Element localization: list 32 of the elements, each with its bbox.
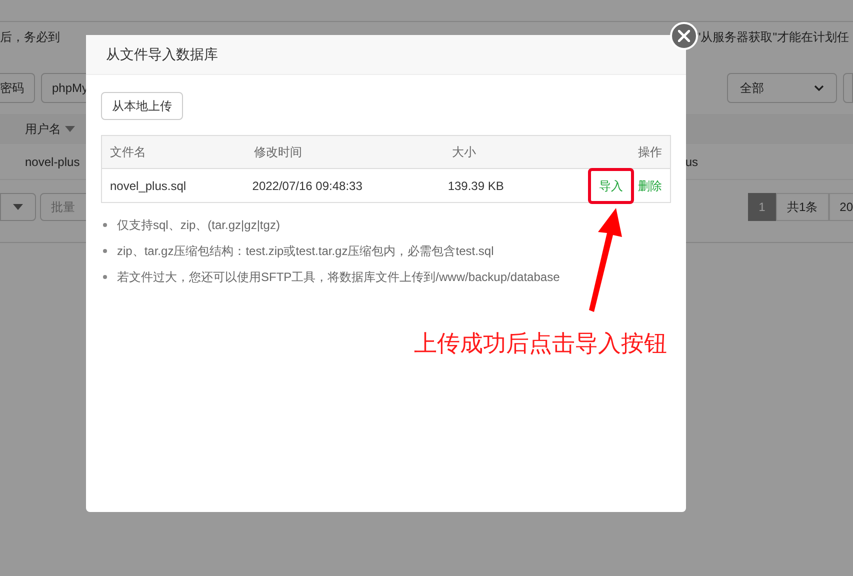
column-header: 修改时间 [253,144,303,161]
total-count: 共1条 [776,193,829,221]
action-link[interactable]: 删除 [638,176,662,194]
caret-icon [13,204,23,210]
bullet-icon [103,275,107,279]
column-header: 操作 [637,144,663,161]
bullet-icon [103,249,107,253]
upload-button[interactable]: 从本地上传 [101,92,183,120]
filter-select[interactable]: 全部 [727,73,837,103]
notice-text: 后，务必到 [0,29,60,46]
toolbar-button[interactable]: 密码 [0,73,35,103]
table-cell-text: 2022/07/16 09:48:33 [251,178,364,194]
close-icon [678,30,690,42]
note-text: 若文件过大，您还可以使用SFTP工具，将数据库文件上传到/www/backup/database [117,269,560,286]
column-header[interactable]: 用户名 [25,120,61,138]
chevron-icon [814,85,824,91]
modal-title: 从文件导入数据库 [106,45,218,64]
table-cell-text: novel_plus.sql [109,178,188,194]
annotation-text: 上传成功后点击导入按钮 [414,329,667,358]
page-size-select[interactable] [0,193,36,221]
sort-icon [65,126,75,132]
table-cell-text: us [685,154,699,170]
per-page-select[interactable]: 20 [828,193,853,221]
close-button[interactable] [670,22,698,50]
column-header: 大小 [451,144,477,161]
table-cell-text: 139.39 KB [446,178,505,194]
action-link[interactable]: 导入 [588,168,634,204]
bullet-icon [103,223,107,227]
table-cell-text: novel-plus [25,154,80,170]
note-text: 仅支持sql、zip、(tar.gz|gz|tgz) [117,217,280,234]
column-header: 文件名 [109,144,147,161]
note-text: zip、tar.gz压缩包结构：test.zip或test.tar.gz压缩包内，必需包含test.sql [117,243,494,260]
